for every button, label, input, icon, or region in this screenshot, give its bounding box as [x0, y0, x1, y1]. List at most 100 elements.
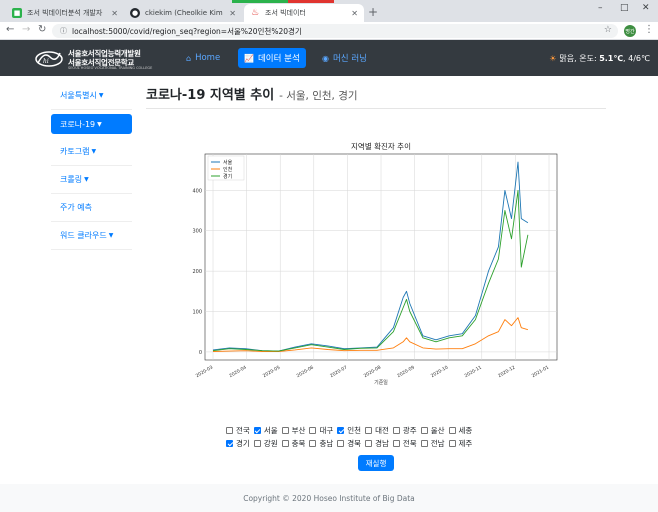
close-icon[interactable]: ✕ — [111, 9, 118, 18]
region-option[interactable]: 전남 — [420, 437, 445, 450]
sidebar-item-cartogram[interactable]: 카토그램 ▼ — [51, 138, 132, 166]
footer: Copyright © 2020 Hoseo Institute of Big … — [0, 484, 658, 512]
region-option[interactable]: 전국 — [226, 424, 250, 437]
tab-title: ckiekim (Cheolkie Kim) — [145, 9, 224, 17]
brain-icon: ◉ — [322, 53, 329, 63]
region-checkbox[interactable] — [420, 427, 428, 434]
region-label: 인천 — [347, 426, 362, 435]
browser-tab-2[interactable]: ● ckiekim (Cheolkie Kim) ✕ — [124, 4, 242, 22]
weather-temp: 5.1℃ — [599, 54, 624, 63]
nav-machine-learning-label: 머신 러닝 — [332, 54, 367, 64]
region-option[interactable]: 부산 — [281, 424, 305, 437]
url-input[interactable]: ⓘ localhost:5000/covid/region_seq?region… — [52, 24, 618, 38]
region-option[interactable]: 충남 — [309, 437, 333, 450]
rerun-button[interactable]: 재실행 — [358, 455, 394, 471]
region-checkbox[interactable] — [392, 440, 400, 447]
browser-tab-3[interactable]: ♨ 조서 빅데이터 ✕ — [244, 4, 364, 22]
region-checkbox[interactable] — [226, 427, 233, 434]
nav-data-analysis[interactable]: 📈 데이터 분석 — [238, 48, 306, 68]
x-tick-label: 2020-09 — [396, 364, 415, 379]
caret-down-icon: ▼ — [97, 120, 102, 128]
region-checkbox[interactable] — [309, 440, 317, 447]
region-checkbox[interactable] — [420, 440, 428, 447]
region-option[interactable]: 경남 — [365, 437, 389, 450]
sidebar-item-label: 서울특별시 — [60, 91, 97, 100]
x-tick-label: 2020-08 — [363, 364, 382, 379]
region-label: 대전 — [375, 426, 389, 435]
region-checkbox[interactable] — [281, 427, 289, 434]
nav-data-analysis-label: 데이터 분석 — [257, 54, 300, 64]
sidebar-item-word-cloud[interactable]: 워드 클라우드 ▼ — [51, 222, 132, 250]
tab-title: 조서 빅데이터 — [265, 9, 306, 17]
region-label: 충남 — [319, 439, 334, 448]
region-checkbox[interactable] — [337, 427, 345, 434]
new-tab-button[interactable]: + — [368, 5, 378, 19]
site-logo[interactable]: hi 서울호서직업능력개발원 서울호서직업전문학교 SEOUL HOSEO VO… — [34, 45, 152, 71]
close-window-button[interactable]: ✕ — [642, 3, 650, 13]
region-option[interactable]: 인천 — [337, 424, 361, 437]
x-tick-label: 2020-10 — [430, 364, 449, 379]
nav-home[interactable]: ⌂ Home — [180, 48, 226, 68]
region-checkbox[interactable] — [281, 440, 289, 447]
region-option[interactable]: 대구 — [309, 424, 333, 437]
sidebar-item-label: 주가 예측 — [60, 203, 92, 212]
sidebar-item-covid19[interactable]: 코로나-19 ▼ — [51, 114, 132, 134]
browser-menu-icon[interactable]: ⋮ — [644, 24, 654, 35]
region-checkbox[interactable] — [253, 427, 261, 434]
region-label: 광주 — [402, 426, 417, 435]
profile-avatar[interactable]: 명간 — [624, 25, 636, 37]
forward-icon[interactable]: → — [22, 24, 30, 35]
address-bar: ← → ↻ ⓘ localhost:5000/covid/region_seq?… — [0, 22, 658, 40]
region-checkbox[interactable] — [337, 440, 345, 447]
region-option[interactable]: 제주 — [448, 437, 473, 450]
region-label: 전남 — [430, 439, 445, 448]
chart-svg: 지역별 확진자 추이 0 100 200 300 400 2020-03 2020-04 202… — [192, 141, 558, 386]
y-tick-label: 300 — [192, 229, 202, 235]
minimize-button[interactable]: – — [598, 3, 603, 13]
maximize-button[interactable]: □ — [620, 3, 629, 13]
region-checkbox[interactable] — [448, 427, 456, 434]
info-icon[interactable]: ⓘ — [60, 26, 67, 36]
title-divider — [146, 108, 606, 109]
close-icon[interactable]: ✕ — [351, 9, 358, 18]
region-option[interactable]: 전북 — [392, 437, 417, 450]
page-title-main: 코로나-19 지역별 추이 — [146, 88, 275, 103]
weather-widget: ☀ 맑음, 온도: 5.1℃, 4/6℃ — [549, 53, 650, 64]
browser-tab-1[interactable]: ■ 조서 빅데이터분석 개발자 : 테! ✕ — [6, 4, 124, 22]
nav-machine-learning[interactable]: ◉ 머신 러닝 — [316, 48, 373, 68]
region-checkbox[interactable] — [365, 440, 373, 447]
region-option[interactable]: 광주 — [392, 424, 417, 437]
sidebar-item-seoul[interactable]: 서울특별시 ▼ — [51, 82, 132, 110]
region-label: 제주 — [458, 439, 473, 448]
caret-down-icon: ▼ — [98, 92, 104, 99]
tab-title: 조서 빅데이터분석 개발자 : 테! — [27, 9, 105, 17]
nav-home-label: Home — [195, 53, 221, 63]
region-option[interactable]: 강원 — [253, 437, 278, 450]
region-option[interactable]: 경기 — [226, 437, 250, 450]
sidebar-item-stock-prediction[interactable]: 주가 예측 — [51, 194, 132, 222]
bookmark-star-icon[interactable]: ☆ — [604, 25, 612, 35]
chart-icon: 📈 — [244, 53, 254, 63]
region-option[interactable]: 경북 — [337, 437, 361, 450]
x-tick-label: 2020-04 — [228, 364, 247, 379]
region-option[interactable]: 서울 — [253, 424, 278, 437]
region-checkbox[interactable] — [309, 427, 317, 434]
sidebar-item-crawling[interactable]: 크롤링 ▼ — [51, 166, 132, 194]
region-checkbox[interactable] — [392, 427, 400, 434]
sun-icon: ☀ — [549, 54, 557, 63]
region-checkbox[interactable] — [365, 427, 373, 434]
region-option[interactable]: 울산 — [420, 424, 445, 437]
close-icon[interactable]: ✕ — [229, 9, 236, 18]
region-checkbox[interactable] — [448, 440, 456, 447]
region-option[interactable]: 대전 — [365, 424, 389, 437]
logo-line-3: SEOUL HOSEO VOCATIONAL TRAINING COLLEGE — [68, 66, 153, 70]
back-icon[interactable]: ← — [6, 24, 14, 35]
region-option[interactable]: 충북 — [281, 437, 305, 450]
region-option[interactable]: 세종 — [448, 424, 472, 437]
region-checkbox[interactable] — [226, 440, 233, 447]
tab-accent-green — [232, 0, 288, 3]
browser-tab-bar: ■ 조서 빅데이터분석 개발자 : 테! ✕ ● ckiekim (Cheolk… — [0, 0, 658, 22]
region-label: 강원 — [263, 439, 278, 448]
region-checkbox[interactable] — [253, 440, 261, 447]
reload-icon[interactable]: ↻ — [38, 24, 46, 35]
